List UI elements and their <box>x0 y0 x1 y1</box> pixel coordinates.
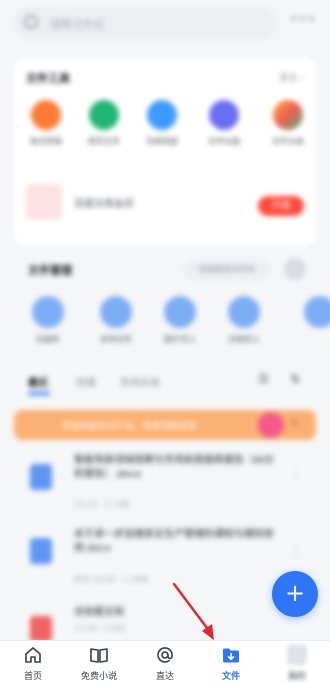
search-placeholder: 搜索文件名 <box>50 18 105 31</box>
quick-item[interactable]: 扫描件 <box>18 296 78 345</box>
file-meta: 昨天 16:08 · 1.4MB <box>74 575 149 584</box>
more-options-icon[interactable]: ••• <box>290 12 316 27</box>
tool-item[interactable]: 百度网盘 <box>134 100 190 147</box>
tool-item[interactable]: 文件分类 <box>260 100 316 147</box>
section-title: 文件管理 <box>28 264 72 277</box>
nav-direct[interactable]: 直达 <box>132 641 198 683</box>
nav-label: 首页 <box>23 672 42 682</box>
sort-icon[interactable]: ☰ <box>258 372 269 386</box>
blurred-background-content: 搜索文件名 ••• 文件工具 更多 › 格式转换 网页文件 百度网盘 文件扫描 … <box>0 0 330 642</box>
tool-icon <box>89 100 119 130</box>
quick-icon <box>164 296 196 328</box>
tool-label: 格式转换 <box>30 137 62 146</box>
quick-label: 扫描件 <box>36 335 60 344</box>
tool-item[interactable]: 格式转换 <box>18 100 74 147</box>
tool-icon <box>209 100 239 130</box>
quick-icon <box>32 296 64 328</box>
bottom-tab-bar: 首页 免费小说 直达 文件 我的 <box>0 640 330 683</box>
tab-common-folders[interactable]: 常用目录 <box>120 374 160 389</box>
tool-icon <box>31 100 61 130</box>
tab-recent[interactable]: 最近 <box>28 374 48 389</box>
promo-text: 百度文库会员 <box>74 199 134 210</box>
tab-indicator <box>28 392 50 395</box>
file-name: 智能驾驶领域观察与市场前景趋势报告（AI分析报告）.docx <box>74 455 274 480</box>
add-file-button[interactable]: + <box>272 571 318 617</box>
promo-image <box>26 184 62 220</box>
folder-download-icon <box>223 648 239 663</box>
tools-more-link[interactable]: 更多 › <box>280 71 304 84</box>
banner-badge <box>258 412 284 438</box>
tool-icon <box>273 100 303 130</box>
search-input[interactable]: 搜索文件名 <box>14 6 276 40</box>
banner-text: 百度网盘空间不足，免费领取容量 <box>62 422 198 432</box>
more-icon[interactable]: ⋮ <box>290 542 302 556</box>
quick-label: 本地文件 <box>100 335 132 344</box>
document-icon <box>30 616 52 642</box>
at-icon <box>157 647 173 663</box>
quick-icon <box>304 296 330 328</box>
nav-home[interactable]: 首页 <box>0 641 66 683</box>
promo-button[interactable]: 开通 <box>258 196 304 216</box>
quick-item[interactable]: 文档导入 <box>214 296 274 345</box>
document-icon <box>30 464 52 490</box>
tools-card: 文件工具 更多 › 格式转换 网页文件 百度网盘 文件扫描 文件分类 百度文库会… <box>14 58 316 246</box>
organize-pill-button[interactable]: 智能整理文件夹 <box>184 260 270 280</box>
book-icon <box>90 648 108 663</box>
tool-item[interactable]: 文件扫描 <box>196 100 252 147</box>
profile-icon <box>287 645 307 665</box>
nav-free-novels[interactable]: 免费小说 <box>66 641 132 683</box>
close-icon[interactable]: ✕ <box>290 418 298 429</box>
quick-item[interactable]: 图片导入 <box>150 296 210 345</box>
more-icon[interactable]: ⋮ <box>290 468 302 482</box>
tool-label: 文件扫描 <box>208 137 240 146</box>
tools-card-title: 文件工具 <box>26 72 70 85</box>
nav-profile[interactable]: 我的 <box>264 641 330 683</box>
nav-label: 文件 <box>221 672 240 682</box>
file-name: 无标题文档 <box>74 607 124 618</box>
filter-icon[interactable]: ⇅ <box>290 372 300 386</box>
file-name: 关于进一步加强安全生产管理的通知与细则安排.docx <box>74 529 274 554</box>
file-meta: 12:26 · 12KB <box>74 624 126 633</box>
quick-icon <box>228 296 260 328</box>
nav-label: 直达 <box>155 672 174 682</box>
storage-banner[interactable]: 百度网盘空间不足，免费领取容量 ✕ <box>14 410 316 440</box>
quick-icon <box>100 296 132 328</box>
quick-item[interactable] <box>290 296 330 328</box>
tool-icon <box>147 100 177 130</box>
tool-label: 网页文件 <box>88 137 120 146</box>
quick-label: 文档导入 <box>228 335 260 344</box>
avatar[interactable] <box>284 258 306 280</box>
search-icon <box>24 15 38 29</box>
nav-files[interactable]: 文件 <box>198 641 264 683</box>
nav-label: 我的 <box>287 672 306 682</box>
tool-label: 文件分类 <box>272 137 304 146</box>
tab-favorites[interactable]: 收藏 <box>76 374 96 389</box>
quick-label: 图片导入 <box>164 335 196 344</box>
document-icon <box>30 538 52 564</box>
nav-label: 免费小说 <box>80 672 117 682</box>
file-meta: 15:34 · 2.1MB <box>74 500 130 509</box>
home-icon <box>25 647 41 663</box>
list-item[interactable]: 智能驾驶领域观察与市场前景趋势报告（AI分析报告）.docx 15:34 · 2… <box>14 454 316 514</box>
quick-item[interactable]: 本地文件 <box>86 296 146 345</box>
list-item[interactable]: 关于进一步加强安全生产管理的通知与细则安排.docx 昨天 16:08 · 1.… <box>14 528 316 588</box>
tool-label: 百度网盘 <box>146 137 178 146</box>
tool-item[interactable]: 网页文件 <box>76 100 132 147</box>
